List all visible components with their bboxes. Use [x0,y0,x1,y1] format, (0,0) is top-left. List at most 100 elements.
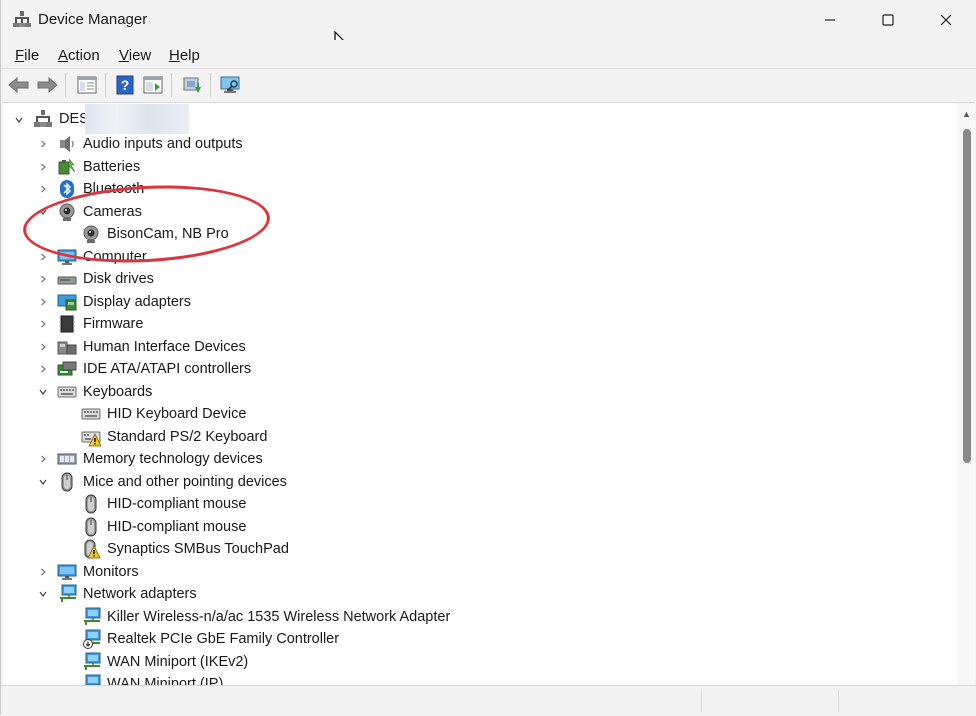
mouse-icon [85,494,97,514]
tree-category-label[interactable]: Batteries [83,159,140,175]
chevron-right-icon[interactable] [37,453,49,465]
chevron-down-icon[interactable] [37,386,49,398]
menu-view[interactable]: View [119,47,151,64]
network-icon [84,607,101,625]
menu-bar: File Action View Help [1,40,976,68]
scan-hardware-icon [220,76,240,93]
computer-root-icon [34,110,52,127]
back-arrow-icon [8,77,29,93]
mouse-icon [61,472,73,491]
tree-category-label[interactable]: Network adapters [83,586,197,602]
tree-device-label[interactable]: Killer Wireless-n/a/ac 1535 Wireless Net… [107,609,450,625]
mouse-icon [85,517,97,536]
status-bar-divider [701,690,702,712]
toolbar-separator [210,73,211,97]
menu-view-hotkey: V [119,47,129,64]
toolbar: ? [1,68,976,101]
properties-icon [143,76,163,94]
tree-category-label[interactable]: Display adapters [83,294,191,310]
tree-device-label[interactable]: HID Keyboard Device [107,406,246,422]
redacted-computer-name [85,104,189,134]
back-button[interactable] [7,74,31,96]
tree-category-label[interactable]: Firmware [83,316,143,332]
toolbar-separator [105,73,106,97]
keyboard-icon [81,408,101,420]
chevron-right-icon[interactable] [37,296,49,308]
window-title: Device Manager [38,11,148,28]
chevron-right-icon[interactable] [37,161,49,173]
chevron-right-icon[interactable] [37,318,49,330]
chevron-right-icon[interactable] [37,341,49,353]
toolbar-separator [65,73,66,97]
tree-device-label[interactable]: Realtek PCIe GbE Family Controller [107,631,339,647]
chevron-right-icon[interactable] [37,251,49,263]
tree-category-label[interactable]: Mice and other pointing devices [83,474,287,490]
properties-button[interactable] [141,74,165,96]
tree-category-label[interactable]: Monitors [83,564,139,580]
keyboard-icon [57,386,77,397]
network-icon [60,584,77,602]
disk-drive-icon [57,276,77,285]
mouse-warning-icon [84,539,101,559]
help-button[interactable]: ? [113,74,137,96]
tree-category-label[interactable]: Audio inputs and outputs [83,136,243,152]
ide-controller-icon [57,361,77,376]
chevron-right-icon[interactable] [37,183,49,195]
scan-hardware-button[interactable] [219,74,243,96]
menu-help[interactable]: Help [169,47,200,64]
chevron-right-icon[interactable] [37,273,49,285]
vertical-scrollbar[interactable]: ▲ [957,103,975,685]
display-adapter-icon [57,294,77,310]
tree-category-label[interactable]: Keyboards [83,384,152,400]
forward-arrow-icon [37,77,58,93]
status-bar-divider [838,690,839,712]
tree-device-label[interactable]: WAN Miniport (IP) [107,676,223,685]
network-icon [85,674,101,685]
menu-view-label: iew [128,47,152,64]
tree-device-label[interactable]: WAN Miniport (IKEv2) [107,654,248,670]
help-icon: ? [116,75,134,95]
chip-icon [59,315,75,333]
chevron-down-icon[interactable] [37,588,49,600]
close-button[interactable] [917,0,975,40]
chevron-right-icon[interactable] [37,138,49,150]
tree-device-label[interactable]: HID-compliant mouse [107,496,246,512]
network-icon [84,652,101,670]
title-bar[interactable]: Device Manager [1,0,976,52]
svg-text:?: ? [121,77,130,93]
maximize-button[interactable] [859,0,917,40]
scroll-up-icon[interactable]: ▲ [962,109,971,119]
menu-action-label: ction [68,47,100,64]
chevron-down-icon[interactable] [37,476,49,488]
menu-action[interactable]: Action [58,47,100,64]
toolbar-separator [171,73,172,97]
scroll-thumb[interactable] [963,129,971,463]
tree-category-label[interactable]: Human Interface Devices [83,339,246,355]
device-manager-window: Device Manager File Action View Help ? D… [0,0,976,716]
menu-action-hotkey: A [58,47,69,64]
show-hide-console-tree-button[interactable] [75,74,99,96]
tree-category-label[interactable]: Disk drives [83,271,154,287]
tree-category-label[interactable]: IDE ATA/ATAPI controllers [83,361,251,377]
chevron-right-icon[interactable] [37,363,49,375]
menu-help-hotkey: H [169,47,180,64]
tree-category-label[interactable]: Memory technology devices [83,451,263,467]
update-driver-button[interactable] [180,74,204,96]
minimize-icon [825,19,835,21]
chevron-down-icon[interactable] [13,114,25,126]
tree-device-label[interactable]: Standard PS/2 Keyboard [107,429,267,445]
device-tree[interactable]: DES Audio inputs and outputs Batteries Blu… [3,102,975,685]
chevron-right-icon[interactable] [37,566,49,578]
minimize-button[interactable] [801,0,859,40]
menu-file[interactable]: File [15,47,39,64]
menu-file-label: ile [24,47,40,64]
update-driver-icon [183,77,201,93]
hid-icon [57,341,77,354]
show-hide-console-tree-icon [77,76,97,94]
tree-device-label[interactable]: Synaptics SMBus TouchPad [107,541,289,557]
memory-icon [57,453,77,465]
tree-device-label[interactable]: HID-compliant mouse [107,519,246,535]
close-icon [940,14,952,26]
forward-button[interactable] [35,74,59,96]
menu-file-hotkey: F [15,47,25,64]
